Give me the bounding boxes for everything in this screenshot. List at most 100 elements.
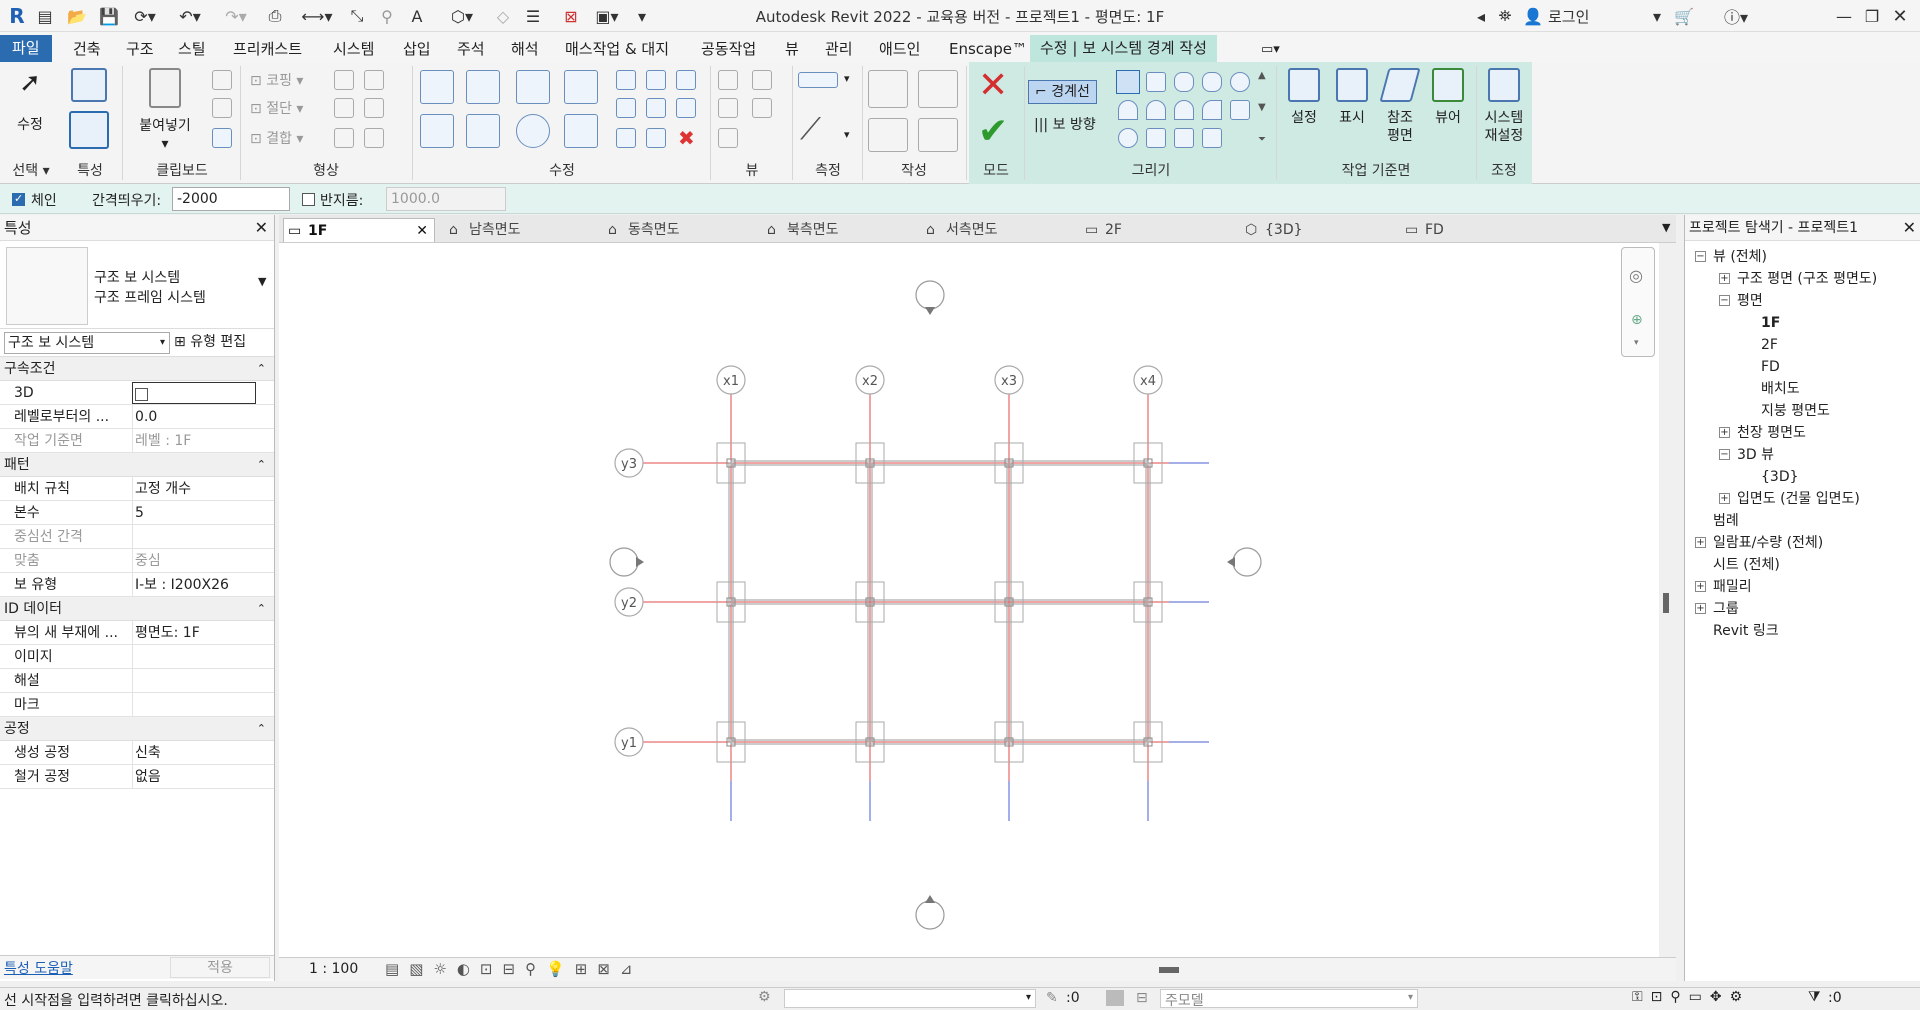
browser-node[interactable]: 시트 (전체) [1713, 555, 1780, 575]
trim-extend-icon[interactable] [564, 114, 598, 148]
edit-type-button[interactable]: ⊞ 유형 편집 [174, 332, 270, 354]
close-browser-icon[interactable]: ✕ [1903, 215, 1916, 241]
tab-manage[interactable]: 관리 [822, 37, 856, 62]
elevation-arrow[interactable] [925, 307, 935, 315]
view-tab-south[interactable]: ⌂ 남측면도 [445, 218, 521, 242]
drawing-canvas[interactable]: x1 x2 x3 x4 y3 y2 y1 ◎ ⊕ ▾ [279, 243, 1669, 957]
radius-input[interactable]: 1000.0 [386, 187, 506, 211]
override-graphics-icon[interactable] [752, 70, 772, 90]
expand-node-icon[interactable]: + [1695, 603, 1706, 614]
create-group-icon[interactable] [868, 118, 908, 152]
paint-icon[interactable] [752, 98, 772, 118]
aligned-dimension-icon[interactable]: ⟋ [800, 112, 821, 147]
minimize-icon[interactable]: — [1834, 4, 1854, 28]
grid-label-y[interactable]: y2 [621, 596, 637, 611]
unpin-icon[interactable] [676, 70, 696, 90]
pin-icon[interactable] [676, 98, 696, 118]
editing-requests-icon[interactable]: ✎ [1046, 990, 1058, 1006]
tab-enscape[interactable]: Enscape™ [946, 37, 1030, 62]
property-group-header[interactable]: 공정 ⌃ [0, 717, 274, 741]
browser-node[interactable]: 패밀리 [1713, 577, 1752, 597]
grid-label-x[interactable]: x2 [862, 374, 878, 389]
hide-element-icon[interactable] [718, 70, 738, 90]
design-options-icon[interactable] [1106, 990, 1124, 1006]
browser-node[interactable]: Revit 링크 [1713, 621, 1779, 641]
cut-geometry-button[interactable]: ⊡ 절단 ▾ [250, 98, 303, 118]
property-value[interactable] [132, 693, 256, 717]
browser-node[interactable]: 3D 뷰 [1737, 445, 1774, 465]
properties-help-link[interactable]: 특성 도움말 [4, 958, 73, 978]
measure-dropdown-icon[interactable]: ▾ [844, 72, 850, 85]
active-only-icon[interactable]: ⊟ [1136, 990, 1148, 1006]
collapse-node-icon[interactable]: − [1719, 449, 1730, 460]
tab-annotate[interactable]: 주석 [454, 37, 488, 62]
view-tab-1f[interactable]: ▭ 1F ✕ [283, 218, 435, 242]
cart-icon[interactable]: 🛒 [1672, 4, 1696, 28]
align-icon[interactable] [420, 70, 454, 104]
properties-button[interactable] [66, 68, 112, 154]
login-link[interactable]: 로그인 [1548, 4, 1618, 28]
grid-label-y[interactable]: y3 [621, 457, 637, 472]
geometry-tool-3-icon[interactable] [334, 98, 354, 118]
browser-node[interactable]: 배치도 [1761, 379, 1800, 399]
draw-center-arc-icon[interactable] [1146, 100, 1166, 120]
property-group-header[interactable]: 패턴 ⌃ [0, 453, 274, 477]
collapse-icon[interactable]: ⌃ [257, 717, 266, 741]
tab-modify-beam-system[interactable]: 수정 | 보 시스템 경계 작성 [1030, 35, 1217, 62]
zoom-region-icon[interactable]: ⊕ [1631, 312, 1643, 328]
trim-single-icon[interactable] [616, 128, 636, 148]
elevation-marker[interactable] [609, 547, 639, 577]
draw-start-end-arc-icon[interactable] [1118, 100, 1138, 120]
view-tab-2f[interactable]: ▭ 2F [1081, 218, 1122, 242]
boundary-line-button[interactable]: ⌐ 경계선 [1028, 80, 1097, 104]
draw-ellipse-icon[interactable] [1118, 128, 1138, 148]
create-similar-icon[interactable] [868, 70, 908, 108]
help-icon[interactable]: ⓘ▾ [1716, 4, 1756, 28]
cancel-edit-icon[interactable]: ✕ [978, 66, 1008, 106]
draw-scroll-down-icon[interactable]: ▼ [1258, 102, 1266, 113]
measure-distance-icon[interactable] [798, 72, 838, 88]
pick-lines-icon[interactable] [1174, 128, 1194, 148]
reference-plane-button[interactable]: 참조 평면 [1378, 68, 1422, 145]
expand-node-icon[interactable]: + [1719, 427, 1730, 438]
view-tab-north[interactable]: ⌂ 북측면도 [763, 218, 839, 242]
linework-icon[interactable] [718, 98, 738, 118]
tab-addins[interactable]: 애드인 [876, 37, 923, 62]
filter-icon[interactable]: ⧩ [1808, 989, 1821, 1005]
tab-file[interactable]: 파일 [0, 35, 52, 62]
login-dropdown-icon[interactable]: ▾ [1650, 4, 1664, 28]
instance-filter-dropdown[interactable]: 구조 보 시스템 ▾ [4, 332, 170, 354]
browser-node[interactable]: 일람표/수량 (전체) [1713, 533, 1823, 553]
draw-partial-ellipse-icon[interactable] [1146, 128, 1166, 148]
trim-multiple-icon[interactable] [646, 128, 666, 148]
tab-insert[interactable]: 삽입 [400, 37, 434, 62]
dimension-dropdown-icon[interactable]: ▾ [844, 128, 850, 141]
property-value[interactable] [132, 645, 256, 669]
property-value[interactable]: 0.0 [132, 405, 256, 429]
draw-expand-icon[interactable]: ⏷ [1258, 134, 1266, 145]
zoom-dropdown-icon[interactable]: ▾ [1634, 338, 1639, 348]
property-value[interactable]: 평면도: 1F [132, 621, 256, 645]
elevation-marker[interactable] [915, 900, 945, 930]
beam-direction-button[interactable]: ||| 보 방향 [1028, 114, 1102, 138]
elevation-marker[interactable] [1232, 547, 1262, 577]
browser-node[interactable]: 2F [1761, 335, 1778, 355]
mirror-draw-icon[interactable] [564, 70, 598, 104]
geometry-tool-6-icon[interactable] [364, 128, 384, 148]
panel-toggle-icon[interactable]: ▭▾ [1258, 37, 1283, 62]
expand-node-icon[interactable]: + [1719, 493, 1730, 504]
wall-join-icon[interactable] [718, 128, 738, 148]
browser-node[interactable]: 1F [1761, 313, 1780, 333]
apply-button[interactable]: 적용 [170, 957, 270, 978]
property-value[interactable]: 5 [132, 501, 256, 525]
draw-rectangle-icon[interactable] [1146, 72, 1166, 92]
main-model-dropdown[interactable]: 주모델 ▾ [1160, 989, 1418, 1009]
tab-architecture[interactable]: 건축 [70, 37, 104, 62]
elevation-marker[interactable] [915, 280, 945, 310]
draw-tangent-arc-icon[interactable] [1174, 100, 1194, 120]
move-icon[interactable] [420, 114, 454, 148]
restore-icon[interactable]: ❐ [1862, 4, 1882, 28]
browser-node[interactable]: FD [1761, 357, 1780, 377]
view-tab-east[interactable]: ⌂ 동측면도 [604, 218, 680, 242]
rotate-icon[interactable] [516, 114, 550, 148]
